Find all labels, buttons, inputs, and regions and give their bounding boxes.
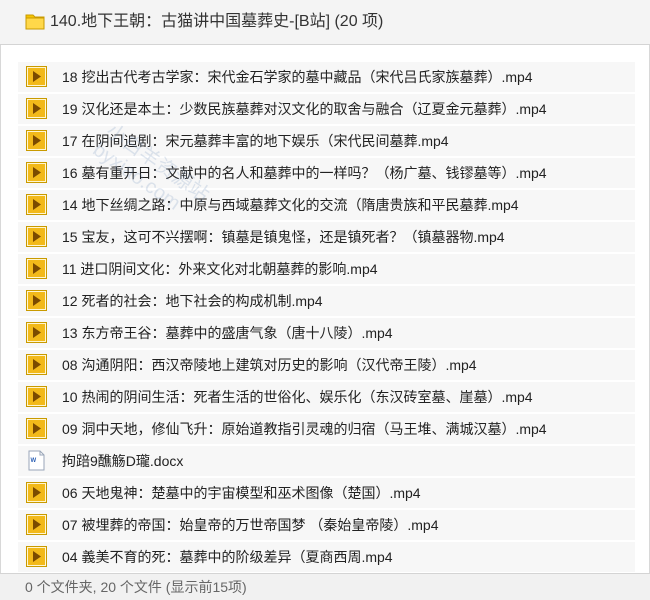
file-row[interactable]: 10 热闹的阴间生活：死者生活的世俗化、娱乐化（东汉砖室墓、崖墓）.mp4 — [18, 382, 635, 412]
media-file-icon — [26, 322, 47, 343]
media-file-icon — [26, 290, 47, 311]
folder-title: 140.地下王朝：古猫讲中国墓葬史-[B站] (20 项) — [50, 13, 384, 30]
file-name: 04 義美不育的死：墓葬中的阶级差异（夏商西周.mp4 — [62, 549, 393, 565]
file-row[interactable]: 12 死者的社会：地下社会的构成机制.mp4 — [18, 286, 635, 316]
media-file-icon — [26, 418, 47, 439]
media-file-icon — [26, 258, 47, 279]
media-file-icon — [26, 194, 47, 215]
file-name: 17 在阴间追剧：宋元墓葬丰富的地下娱乐（宋代民间墓葬.mp4 — [62, 133, 449, 149]
file-row[interactable]: 18 挖出古代考古学家：宋代金石学家的墓中藏品（宋代吕氏家族墓葬）.mp4 — [18, 62, 635, 92]
file-row[interactable]: 06 天地鬼神：楚墓中的宇宙模型和巫术图像（楚国）.mp4 — [18, 478, 635, 508]
file-name: 10 热闹的阴间生活：死者生活的世俗化、娱乐化（东汉砖室墓、崖墓）.mp4 — [62, 389, 533, 405]
file-row[interactable]: 08 沟通阴阳：西汉帝陵地上建筑对历史的影响（汉代帝王陵）.mp4 — [18, 350, 635, 380]
file-name: 06 天地鬼神：楚墓中的宇宙模型和巫术图像（楚国）.mp4 — [62, 485, 421, 501]
file-row[interactable]: 09 洞中天地，修仙飞升：原始道教指引灵魂的归宿（马王堆、满城汉墓）.mp4 — [18, 414, 635, 444]
file-row[interactable]: 15 宝友，这可不兴摆啊：镇墓是镇鬼怪，还是镇死者？（镇墓器物.mp4 — [18, 222, 635, 252]
file-list[interactable]: 18 挖出古代考古学家：宋代金石学家的墓中藏品（宋代吕氏家族墓葬）.mp4 19 … — [0, 45, 650, 573]
media-file-icon — [26, 482, 47, 503]
media-file-icon — [26, 162, 47, 183]
file-name: 13 东方帝王谷：墓葬中的盛唐气象（唐十八陵）.mp4 — [62, 325, 393, 341]
file-row[interactable]: 19 汉化还是本土：少数民族墓葬对汉文化的取舍与融合（辽夏金元墓葬）.mp4 — [18, 94, 635, 124]
file-row[interactable]: 16 墓有重开日：文献中的名人和墓葬中的一样吗？（杨广墓、钱镠墓等）.mp4 — [18, 158, 635, 188]
file-row[interactable]: 11 进口阴间文化：外来文化对北朝墓葬的影响.mp4 — [18, 254, 635, 284]
status-bar: 0 个文件夹, 20 个文件 (显示前15项) — [0, 573, 650, 600]
file-row[interactable]: 07 被埋葬的帝国：始皇帝的万世帝国梦 （秦始皇帝陵）.mp4 — [18, 510, 635, 540]
file-name: 07 被埋葬的帝国：始皇帝的万世帝国梦 （秦始皇帝陵）.mp4 — [62, 517, 439, 533]
media-file-icon — [26, 130, 47, 151]
media-file-icon — [26, 66, 47, 87]
media-file-icon — [26, 386, 47, 407]
media-file-icon — [26, 226, 47, 247]
file-row[interactable]: 14 地下丝绸之路：中原与西域墓葬文化的交流（隋唐贵族和平民墓葬.mp4 — [18, 190, 635, 220]
file-row[interactable]: 13 东方帝王谷：墓葬中的盛唐气象（唐十八陵）.mp4 — [18, 318, 635, 348]
word-doc-icon: W — [26, 450, 47, 471]
file-name: 08 沟通阴阳：西汉帝陵地上建筑对历史的影响（汉代帝王陵）.mp4 — [62, 357, 477, 373]
file-row[interactable]: W 拘踣9醮觞D瓏.docx — [18, 446, 635, 476]
media-file-icon — [26, 354, 47, 375]
folder-icon — [25, 14, 45, 30]
file-name: 09 洞中天地，修仙飞升：原始道教指引灵魂的归宿（马王堆、满城汉墓）.mp4 — [62, 421, 547, 437]
file-name: 16 墓有重开日：文献中的名人和墓葬中的一样吗？（杨广墓、钱镠墓等）.mp4 — [62, 165, 547, 181]
file-name: 12 死者的社会：地下社会的构成机制.mp4 — [62, 293, 323, 309]
file-row[interactable]: 04 義美不育的死：墓葬中的阶级差异（夏商西周.mp4 — [18, 542, 635, 572]
file-name: 18 挖出古代考古学家：宋代金石学家的墓中藏品（宋代吕氏家族墓葬）.mp4 — [62, 69, 533, 85]
folder-header: 140.地下王朝：古猫讲中国墓葬史-[B站] (20 项) — [0, 0, 650, 45]
media-file-icon — [26, 514, 47, 535]
media-file-icon — [26, 98, 47, 119]
status-text: 0 个文件夹, 20 个文件 (显示前15项) — [25, 579, 247, 595]
file-row[interactable]: 17 在阴间追剧：宋元墓葬丰富的地下娱乐（宋代民间墓葬.mp4 — [18, 126, 635, 156]
file-name: 11 进口阴间文化：外来文化对北朝墓葬的影响.mp4 — [62, 261, 378, 277]
file-name: 15 宝友，这可不兴摆啊：镇墓是镇鬼怪，还是镇死者？（镇墓器物.mp4 — [62, 229, 505, 245]
file-name: 19 汉化还是本土：少数民族墓葬对汉文化的取舍与融合（辽夏金元墓葬）.mp4 — [62, 101, 547, 117]
file-name: 14 地下丝绸之路：中原与西域墓葬文化的交流（隋唐贵族和平民墓葬.mp4 — [62, 197, 519, 213]
svg-text:W: W — [31, 458, 37, 464]
file-name: 拘踣9醮觞D瓏.docx — [62, 453, 184, 469]
media-file-icon — [26, 546, 47, 567]
